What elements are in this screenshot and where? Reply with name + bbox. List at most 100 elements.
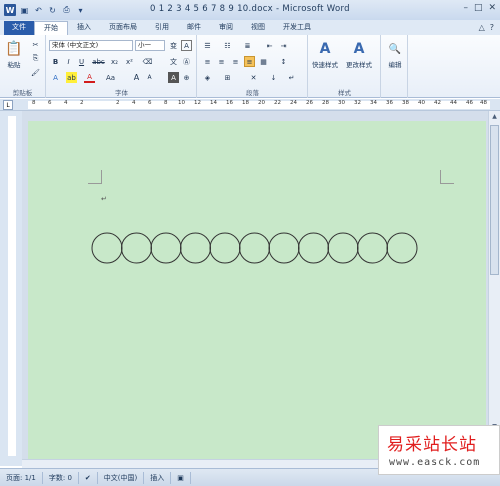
- align-right-icon[interactable]: ≡: [230, 56, 241, 67]
- font-size-combo[interactable]: 小一: [135, 40, 165, 51]
- chinese-layout-icon[interactable]: ✕: [248, 72, 259, 83]
- bullets-icon[interactable]: ☰: [202, 40, 213, 51]
- sort-icon[interactable]: ↓: [268, 72, 279, 83]
- editing-button[interactable]: 🔍 编辑: [385, 39, 405, 70]
- ruler-number: 16: [226, 100, 233, 106]
- underline-button[interactable]: U: [76, 56, 87, 67]
- tab-selector-icon[interactable]: L: [3, 100, 13, 110]
- tab-file[interactable]: 文件: [4, 21, 34, 35]
- copy-icon[interactable]: ⎘: [30, 53, 41, 64]
- ruler-number: 30: [338, 100, 345, 106]
- cut-icon[interactable]: ✂: [30, 39, 41, 50]
- circle-shape[interactable]: [268, 232, 300, 264]
- numbering-icon[interactable]: ☷: [222, 40, 233, 51]
- page-indicator[interactable]: 页面: 1/1: [0, 471, 43, 484]
- strikethrough-button[interactable]: abc: [92, 56, 105, 67]
- minimize-button[interactable]: –: [463, 3, 468, 13]
- undo-icon[interactable]: ↶: [33, 5, 44, 16]
- clear-format-icon[interactable]: ⌫: [142, 56, 153, 67]
- enclose-char-icon[interactable]: Ⓐ: [181, 56, 192, 67]
- language-indicator[interactable]: 中文(中国): [98, 471, 145, 484]
- char-border-icon[interactable]: A: [181, 40, 192, 51]
- ruler-number: 22: [274, 100, 281, 106]
- ruler-number: 4: [132, 100, 136, 106]
- minimize-ribbon-icon[interactable]: △: [479, 23, 485, 32]
- document-page[interactable]: ↵: [28, 121, 486, 461]
- insert-mode[interactable]: 插入: [144, 471, 172, 484]
- phonetic-icon[interactable]: 文: [168, 56, 179, 67]
- quick-styles-button[interactable]: A 快速样式: [312, 39, 338, 69]
- ruler-number: 20: [258, 100, 265, 106]
- circle-shape[interactable]: [327, 232, 359, 264]
- circle-shape[interactable]: [180, 232, 211, 264]
- circle-shape[interactable]: [386, 232, 418, 264]
- tab-insert[interactable]: 插入: [68, 21, 100, 35]
- align-center-icon[interactable]: ≡: [216, 56, 227, 67]
- circle-shape[interactable]: [150, 232, 182, 264]
- shading-icon[interactable]: ◈: [202, 72, 213, 83]
- horizontal-ruler[interactable]: L 8 6 4 2 2 4 6 8 10 12 14 16 18 20 22 2…: [0, 99, 500, 111]
- save-icon[interactable]: ▣: [19, 5, 30, 16]
- tab-view[interactable]: 视图: [242, 21, 274, 35]
- change-case-icon[interactable]: 变: [168, 40, 179, 51]
- font-color-button[interactable]: A: [84, 72, 95, 83]
- change-case-button[interactable]: Aa: [105, 72, 116, 83]
- ruler-number: 6: [48, 100, 52, 106]
- circle-shape[interactable]: [91, 232, 123, 264]
- scroll-thumb[interactable]: [490, 125, 499, 275]
- ruler-number: 40: [418, 100, 425, 106]
- font-name-combo[interactable]: 宋体 (中文正文): [49, 40, 133, 51]
- tab-review[interactable]: 审阅: [210, 21, 242, 35]
- align-left-icon[interactable]: ≡: [202, 56, 213, 67]
- word-logo-icon[interactable]: W: [4, 4, 16, 16]
- tab-page-layout[interactable]: 页面布局: [100, 21, 146, 35]
- close-button[interactable]: ✕: [488, 3, 496, 13]
- ruler-number: 36: [386, 100, 393, 106]
- circle-shape[interactable]: [239, 232, 270, 264]
- increase-indent-icon[interactable]: ⇥: [278, 40, 289, 51]
- tab-developer[interactable]: 开发工具: [274, 21, 320, 35]
- circle-shape[interactable]: [121, 232, 152, 264]
- tab-mailings[interactable]: 邮件: [178, 21, 210, 35]
- ruler-number: 48: [480, 100, 487, 106]
- help-icon[interactable]: ?: [490, 23, 494, 32]
- ruler-number: 4: [64, 100, 68, 106]
- proofing-icon[interactable]: ✔: [79, 471, 98, 484]
- circle-shape[interactable]: [357, 232, 388, 264]
- macro-record-icon[interactable]: ▣: [171, 471, 191, 484]
- tab-home[interactable]: 开始: [34, 21, 68, 35]
- paste-button[interactable]: 📋 粘贴: [4, 39, 24, 69]
- borders-icon[interactable]: ⊞: [222, 72, 233, 83]
- decrease-indent-icon[interactable]: ⇤: [264, 40, 275, 51]
- shrink-font-button[interactable]: A: [144, 72, 155, 83]
- enclose-icon[interactable]: ⊕: [181, 72, 192, 83]
- change-styles-button[interactable]: A 更改样式: [346, 39, 372, 69]
- italic-button[interactable]: I: [63, 56, 74, 67]
- grow-font-button[interactable]: A: [131, 72, 142, 83]
- char-shading-icon[interactable]: A: [168, 72, 179, 83]
- circle-shape[interactable]: [298, 232, 329, 264]
- format-painter-icon[interactable]: 🖌: [30, 67, 41, 78]
- paragraph-group-label: 段落: [246, 89, 259, 97]
- word-count[interactable]: 字数: 0: [43, 471, 79, 484]
- distributed-icon[interactable]: ▦: [258, 56, 269, 67]
- ruler-number: 46: [466, 100, 473, 106]
- vertical-scrollbar[interactable]: ▲ ▼ ⇞ ⇟: [488, 111, 500, 459]
- highlight-icon[interactable]: ab: [66, 72, 77, 83]
- multilevel-list-icon[interactable]: ≣: [242, 40, 253, 51]
- customize-qat-icon[interactable]: ▾: [75, 5, 86, 16]
- text-effect-icon[interactable]: A: [50, 72, 61, 83]
- justify-icon[interactable]: ≡: [244, 56, 255, 67]
- bold-button[interactable]: B: [50, 56, 61, 67]
- vertical-ruler[interactable]: [0, 111, 22, 466]
- circle-shape[interactable]: [209, 232, 241, 264]
- redo-icon[interactable]: ↻: [47, 5, 58, 16]
- superscript-button[interactable]: x²: [124, 56, 135, 67]
- show-marks-icon[interactable]: ↵: [286, 72, 297, 83]
- subscript-button[interactable]: x₂: [109, 56, 120, 67]
- tab-references[interactable]: 引用: [146, 21, 178, 35]
- maximize-button[interactable]: □: [474, 3, 483, 13]
- scroll-up-icon[interactable]: ▲: [489, 113, 500, 123]
- line-spacing-icon[interactable]: ↕: [278, 56, 289, 67]
- print-preview-icon[interactable]: ⎙: [61, 5, 72, 16]
